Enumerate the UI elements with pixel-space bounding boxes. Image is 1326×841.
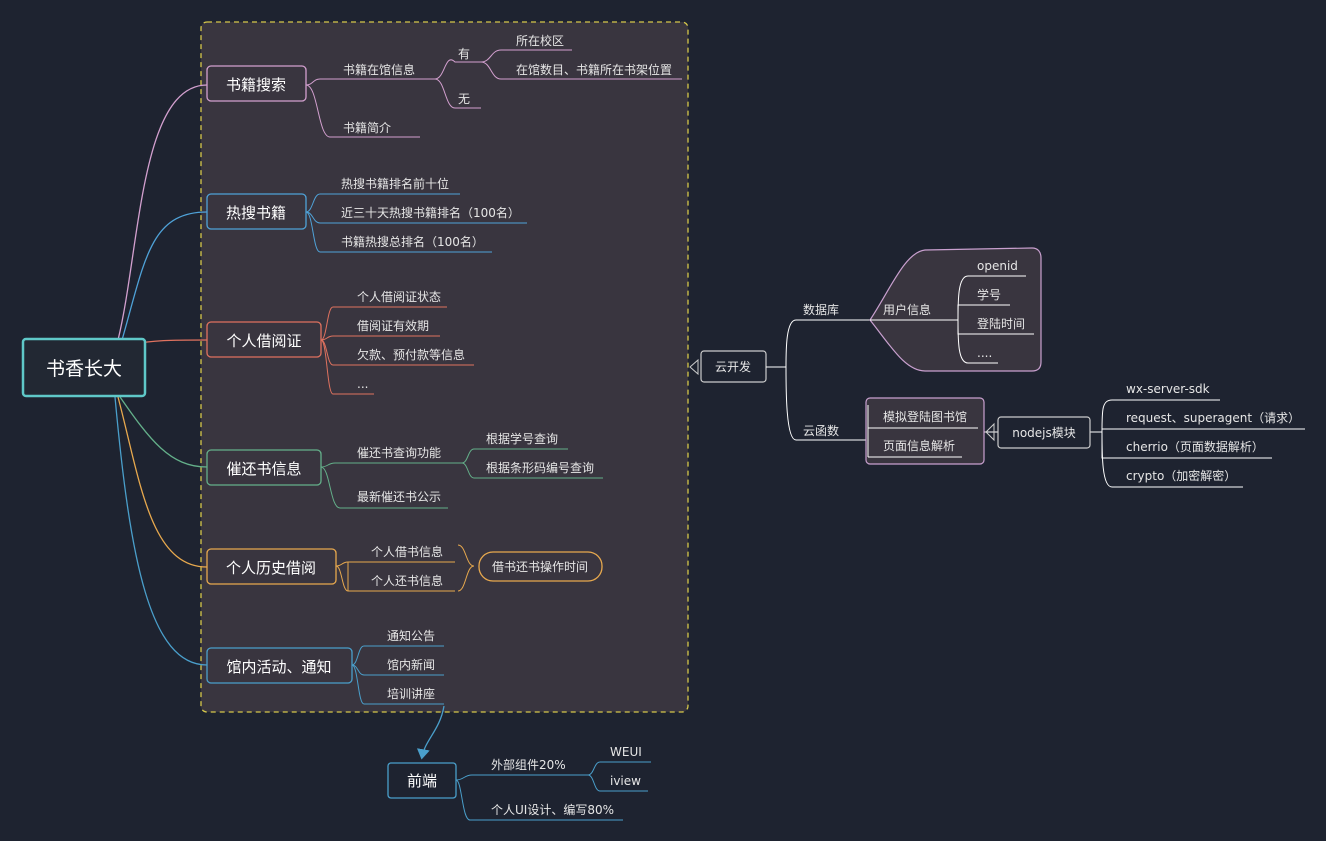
field-login-time: 登陆时间: [977, 316, 1025, 331]
root-node[interactable]: 书香长大: [21, 337, 147, 398]
activity-item-1: 通知公告: [387, 629, 435, 643]
library-card-label: 个人借阅证: [226, 332, 301, 350]
field-more: ....: [977, 346, 992, 360]
query-by-code-label: 根据条形码编号查询: [486, 460, 594, 475]
hot-item-2: 近三十天热搜书籍排名（100名）: [341, 205, 520, 220]
activities-label: 馆内活动、通知: [226, 658, 331, 676]
custom-ui-label: 个人UI设计、编写80%: [491, 802, 614, 817]
history-summary-label: 借书还书操作时间: [492, 559, 588, 574]
functions-label: 云函数: [803, 423, 839, 438]
cloud-dev-section: 云开发 数据库 用户信息 openid 学号 登陆时间 .... 云函数 模拟登…: [689, 247, 1305, 488]
simulate-login-label: 模拟登陆图书馆: [883, 409, 967, 424]
lib-wx-server-sdk: wx-server-sdk: [1126, 382, 1210, 396]
frontend-arrow: [416, 705, 445, 760]
history-return-label: 个人还书信息: [371, 573, 443, 588]
database-label: 数据库: [803, 302, 839, 317]
lib-cherrio: cherrio（页面数据解析）: [1126, 439, 1264, 454]
book-no-label: 无: [458, 92, 470, 106]
activity-item-2: 馆内新闻: [387, 657, 435, 672]
field-openid: openid: [977, 259, 1018, 273]
borrow-history-label: 个人历史借阅: [226, 559, 316, 577]
hot-item-1: 热搜书籍排名前十位: [341, 176, 449, 191]
book-info-label: 书籍在馆信息: [343, 62, 415, 77]
card-item-4: ...: [357, 377, 368, 391]
hot-item-3: 书籍热搜总排名（100名）: [341, 234, 484, 249]
book-search-label: 书籍搜索: [226, 76, 286, 94]
book-shelf-label: 在馆数目、书籍所在书架位置: [516, 62, 672, 77]
user-info-label: 用户信息: [883, 302, 931, 317]
query-by-id-label: 根据学号查询: [486, 431, 558, 446]
book-intro-label: 书籍简介: [343, 120, 391, 135]
mind-map: 书香长大 书籍搜索 书籍在馆信息 有 所在校区 在馆数目、书籍所在书架位置 无 …: [21, 21, 1305, 821]
frontend-label: 前端: [407, 772, 437, 790]
summary-panel: [200, 21, 689, 713]
card-item-1: 个人借阅证状态: [357, 290, 441, 304]
reminder-query-label: 催还书查询功能: [357, 446, 441, 460]
frontend-section: 前端 外部组件20% WEUI iview 个人UI设计、编写80%: [387, 745, 651, 821]
hot-books-label: 热搜书籍: [226, 204, 286, 222]
history-borrow-label: 个人借书信息: [371, 544, 443, 559]
activity-item-3: 培训讲座: [387, 686, 435, 701]
book-yes-label: 有: [458, 47, 470, 61]
page-parse-label: 页面信息解析: [883, 438, 955, 453]
component-weui: WEUI: [610, 745, 642, 759]
nodejs-module-label: nodejs模块: [1012, 426, 1076, 440]
lib-request: request、superagent（请求）: [1126, 411, 1300, 425]
root-label: 书香长大: [46, 358, 122, 380]
card-item-3: 欠款、预付款等信息: [357, 347, 465, 362]
field-student-id: 学号: [977, 287, 1001, 302]
component-iview: iview: [610, 774, 641, 788]
lib-crypto: crypto（加密解密）: [1126, 468, 1236, 483]
book-campus-label: 所在校区: [516, 33, 564, 48]
latest-notice-label: 最新催还书公示: [357, 489, 441, 504]
return-reminder-label: 催还书信息: [226, 460, 301, 478]
card-item-2: 借阅证有效期: [357, 318, 429, 333]
external-components-label: 外部组件20%: [491, 757, 566, 772]
cloud-dev-label: 云开发: [715, 359, 751, 374]
functions-group[interactable]: [865, 397, 985, 465]
